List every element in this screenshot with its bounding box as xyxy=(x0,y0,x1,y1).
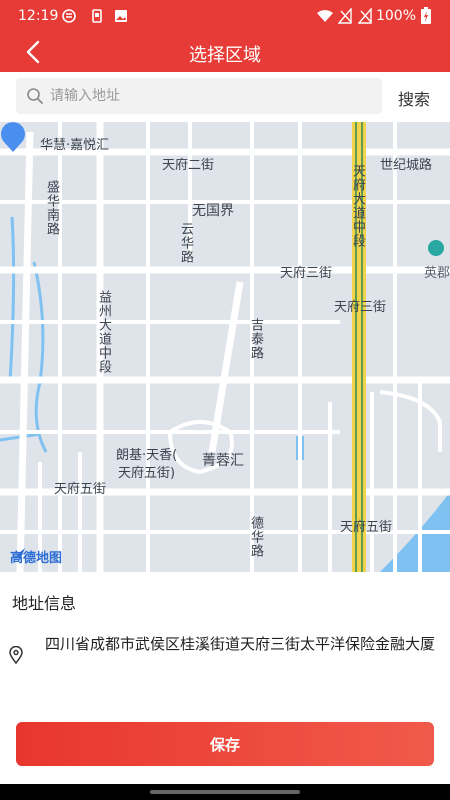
search-box xyxy=(16,78,382,114)
notification-icon xyxy=(62,9,76,23)
search-row: 搜索 xyxy=(0,72,450,122)
page-title: 选择区域 xyxy=(189,45,261,66)
map-label: 天府大道中段 xyxy=(350,164,365,248)
map-label: 天府五街 xyxy=(340,520,393,535)
map-label: 世纪城路 xyxy=(380,158,433,173)
map-label: 天府二街 xyxy=(162,158,215,173)
address-text: 四川省成都市武侯区桂溪街道天府三街太平洋保险金融大厦 xyxy=(44,635,435,653)
map-label: 吉泰路 xyxy=(248,318,263,360)
map-canvas xyxy=(0,122,450,572)
image-icon xyxy=(115,10,127,22)
device-icon xyxy=(92,9,102,23)
poi-icon xyxy=(428,240,444,256)
status-time: 12:19 xyxy=(18,8,59,24)
map-label: 益州大道中段 xyxy=(96,290,111,374)
map-pin-icon[interactable] xyxy=(0,122,26,152)
signal-off-icon xyxy=(338,8,352,24)
map-label: 英郡 xyxy=(424,266,450,281)
map-label: 盛华南路 xyxy=(44,180,59,236)
location-pin-icon xyxy=(9,646,23,664)
amap-logo: 高德地图 xyxy=(10,547,62,566)
search-input[interactable] xyxy=(50,78,370,114)
map-label: 无国界 xyxy=(192,203,234,219)
home-indicator[interactable] xyxy=(150,790,300,794)
battery-level: 100% xyxy=(375,8,416,24)
search-icon xyxy=(27,88,43,104)
river xyxy=(8,216,16,383)
wifi-icon xyxy=(317,10,333,22)
map-label: 朗基·天香( xyxy=(116,448,178,463)
map-label: 德华路 xyxy=(248,516,263,558)
major-roads xyxy=(0,122,450,572)
signal-off-icon xyxy=(358,8,372,24)
map-label: 云华路 xyxy=(178,222,193,264)
map-label: 天府三街 xyxy=(334,300,387,315)
title-bar: 选择区域 xyxy=(0,32,450,72)
map-label: 天府五街) xyxy=(118,466,176,481)
river xyxy=(32,261,48,453)
map-label: 华慧·嘉悦汇 xyxy=(40,138,110,153)
map-view[interactable]: 华慧·嘉悦汇 天府二街 世纪城路 盛华南路 无国界 云华路 天府大道中段 英郡 … xyxy=(0,122,450,572)
amap-logo-icon xyxy=(11,548,25,560)
status-bar: 12:19 100% xyxy=(0,0,450,32)
battery-charging-icon xyxy=(421,7,431,24)
search-button[interactable]: 搜索 xyxy=(398,86,430,110)
map-label: 天府五街 xyxy=(54,482,107,497)
address-section-title: 地址信息 xyxy=(12,594,77,613)
map-label: 菁蓉汇 xyxy=(202,453,244,469)
map-label: 天府三街 xyxy=(280,266,333,281)
minor-roads xyxy=(0,122,450,572)
save-button[interactable]: 保存 xyxy=(16,722,434,766)
